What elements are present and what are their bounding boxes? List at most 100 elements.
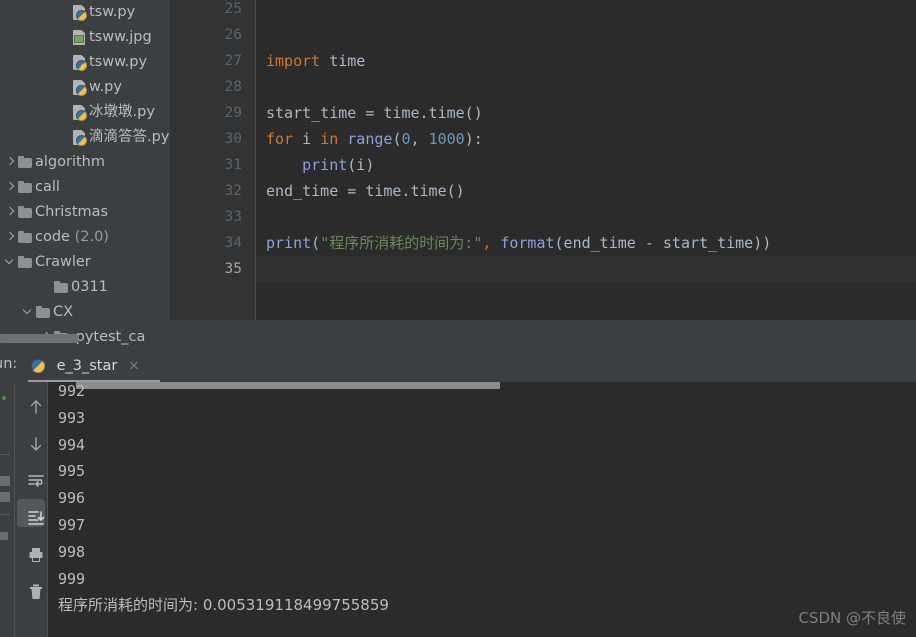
console-line: 995 [58,462,86,481]
tree-item-label: w.py [89,79,122,95]
tree-item[interactable]: tsw.py [0,0,170,25]
console-output[interactable]: 992 993 994 995 996 997 998 999 程序所消耗的时间为: 0.005… [48,382,916,637]
tree-item[interactable]: 冰墩墩.py [0,100,170,125]
code-token: (end_time - start_time)) [554,234,772,252]
code-line[interactable]: print("程序所消耗的时间为:", format(end_time - st… [266,230,771,256]
folder-icon [17,225,35,250]
editor-gutter[interactable]: 25 26 27 28 29 30 31 32 33 34 35 [170,0,255,320]
tree-item[interactable]: call [0,175,170,200]
tree-item[interactable]: CX [0,300,170,325]
tree-item[interactable]: Crawler [0,250,170,275]
chevron-right-icon[interactable] [4,225,17,250]
run-tool-window: un: e_3_star 992 993 994 995 996 997 998 999 程序所… [0,350,916,637]
code-token: import [266,52,321,70]
code-token: i [293,130,321,148]
image-file-icon [71,25,89,50]
line-number: 30 [224,131,242,147]
up-arrow-button[interactable] [17,388,45,416]
folder-icon [17,200,35,225]
project-tree[interactable]: tsw.py tsww.jpg tsww.py w.py 冰墩墩.py 滴滴答答.py al… [0,0,170,350]
code-line[interactable]: start_time = time.time() [266,100,483,126]
console-line: 997 [58,516,86,534]
code-line[interactable]: print(i) [266,152,374,178]
code-line[interactable]: for i in range(0, 1000): [266,126,483,152]
chevron-right-icon[interactable] [4,175,17,200]
tree-item-label: 滴滴答答.py [89,129,170,145]
tree-item[interactable]: tsww.py [0,50,170,75]
chevron-down-icon[interactable] [4,250,17,275]
code-token: end_time = time.time() [266,182,465,200]
scrollbar-thumb[interactable] [0,334,78,343]
code-token: , [482,234,492,252]
folder-icon [53,275,71,300]
close-icon[interactable] [127,353,141,379]
tree-item[interactable]: algorithm [0,150,170,175]
folder-icon [17,175,35,200]
code-token: print [302,156,348,174]
run-toolbar[interactable] [15,382,47,637]
code-token: "程序所消耗的时间为:" [320,234,483,252]
side-strip-icon-3[interactable] [0,532,8,540]
console-line: 992 [58,382,86,400]
side-strip-divider-2 [1,514,10,515]
folder-icon [17,250,35,275]
tree-item-label: Christmas [35,204,109,220]
tree-item-label: 0311 [71,279,108,295]
tree-item[interactable]: 滴滴答答.py [0,125,170,150]
tree-item-sublabel: (2.0) [69,229,109,245]
code-token: ( [311,234,321,252]
console-horizontal-scrollbar[interactable] [76,382,500,389]
tree-item[interactable]: 0311 [0,275,170,300]
chevron-down-icon[interactable] [22,300,35,325]
side-strip-divider [1,454,10,455]
line-number: 33 [224,209,242,225]
print-button[interactable] [17,536,45,564]
line-number: 26 [224,27,242,43]
line-number: 25 [224,1,242,17]
run-tab-e3star[interactable]: e_3_star [30,353,141,379]
python-file-icon [71,100,89,125]
side-strip-icon-1[interactable] [0,476,10,486]
console-line: 程序所消耗的时间为: 0.005319118499755859 [58,596,389,615]
folder-icon [17,150,35,175]
down-arrow-button[interactable] [17,425,45,453]
tree-item[interactable]: tsww.jpg [0,25,170,50]
code-token: start_time = time.time() [266,104,483,122]
tree-item-label: CX [53,304,74,320]
chevron-right-icon[interactable] [4,150,17,175]
code-token: time [329,52,366,70]
pycharm-window: tsw.py tsww.jpg tsww.py w.py 冰墩墩.py 滴滴答答.py al… [0,0,916,637]
soft-wrap-button[interactable] [17,462,45,490]
code-token: format [500,234,555,252]
scroll-to-end-button[interactable] [17,499,45,527]
code-line[interactable]: end_time = time.time() [266,178,465,204]
tree-item[interactable]: Christmas [0,200,170,225]
code-token: range [347,130,393,148]
side-strip-icon-2[interactable] [0,492,10,502]
tree-item-label: code [35,229,70,245]
code-token: ): [464,130,483,148]
tree-item-label: tsw.py [89,4,136,20]
tree-item-label: tsww.jpg [89,29,152,45]
console-line: 993 [58,408,86,427]
chevron-right-icon[interactable] [4,200,17,225]
code-line[interactable]: import time [266,48,365,74]
tool-window-side-strip[interactable] [0,382,14,637]
top-region: tsw.py tsww.jpg tsww.py w.py 冰墩墩.py 滴滴答答.py al… [0,0,916,350]
project-tree-horizontal-scrollbar[interactable] [0,334,170,343]
tree-item[interactable]: w.py [0,75,170,100]
code-token: for [266,130,294,148]
trash-button[interactable] [17,573,45,601]
console-line: 994 [58,435,86,454]
tree-item[interactable]: code (2.0) [0,225,170,250]
code-token: print [266,234,312,252]
code-token: 0 [401,130,411,148]
code-editor[interactable]: import time start_time = time.time() for i… [256,0,916,320]
